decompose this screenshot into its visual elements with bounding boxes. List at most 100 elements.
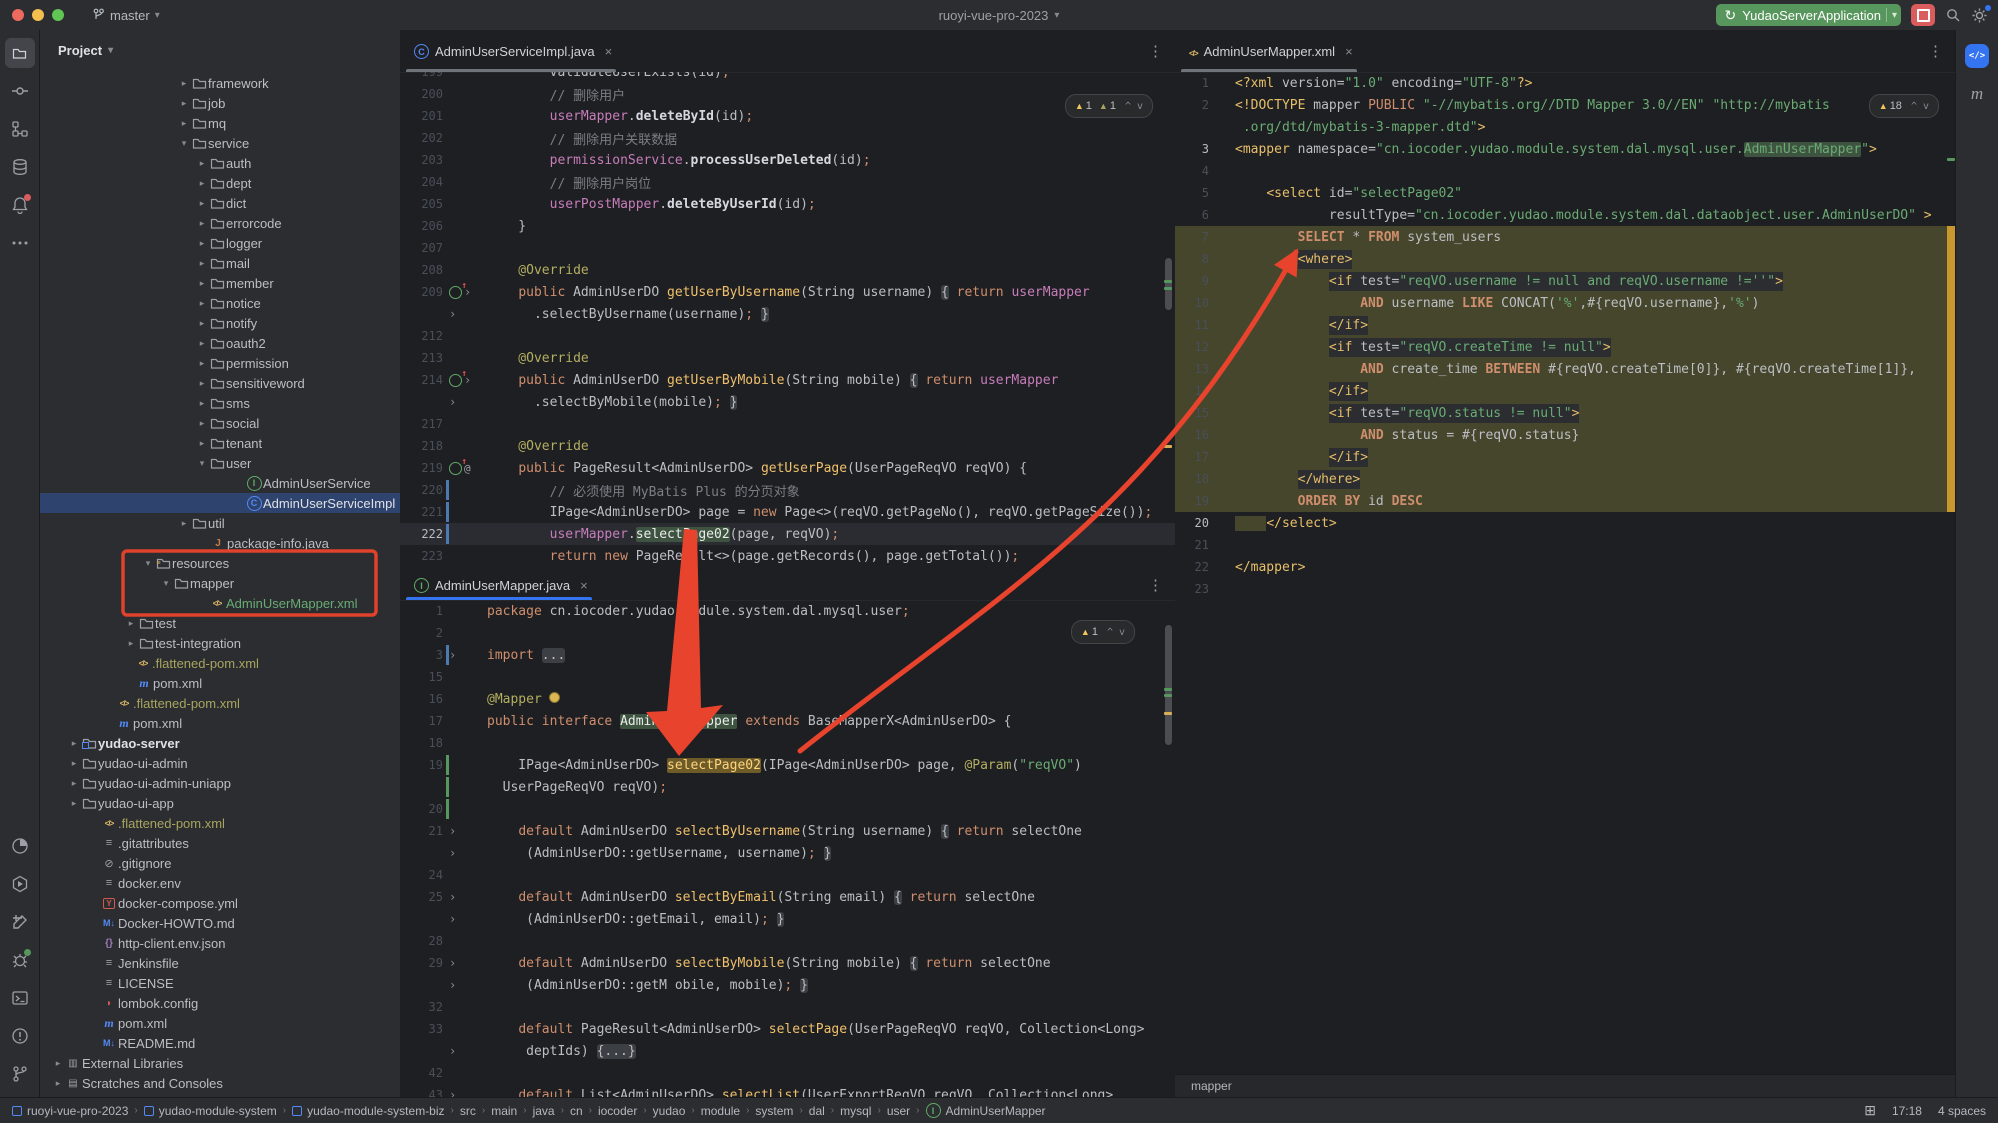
breadcrumb-item[interactable]: src bbox=[460, 1104, 476, 1118]
tree-item-service[interactable]: ▾service bbox=[40, 133, 400, 153]
fold-icon[interactable]: › bbox=[449, 890, 459, 904]
activity-more-icon[interactable] bbox=[5, 228, 35, 258]
tree-item-adminusermapper-xml[interactable]: </>AdminUserMapper.xml bbox=[40, 593, 400, 613]
tree-item-docker-compose-yml[interactable]: Ydocker-compose.yml bbox=[40, 893, 400, 913]
code-line[interactable]: 220 // 必须使用 MyBatis Plus 的分页对象 bbox=[400, 479, 1175, 501]
tree-item-permission[interactable]: ▸permission bbox=[40, 353, 400, 373]
tree-chevron-icon[interactable]: ▸ bbox=[178, 518, 190, 529]
fold-icon[interactable]: › bbox=[449, 648, 459, 662]
tree-chevron-icon[interactable]: ▸ bbox=[178, 98, 190, 109]
code-line[interactable]: 6 resultType="cn.iocoder.yudao.module.sy… bbox=[1175, 204, 1955, 226]
breadcrumb-item[interactable]: java bbox=[533, 1104, 555, 1118]
fold-icon[interactable]: › bbox=[449, 1044, 459, 1058]
breadcrumb-item[interactable]: ruoyi-vue-pro-2023 bbox=[12, 1104, 128, 1118]
tree-chevron-icon[interactable]: ▾ bbox=[196, 458, 208, 469]
tree-item-user[interactable]: ▾user bbox=[40, 453, 400, 473]
tree-chevron-icon[interactable]: ▸ bbox=[196, 318, 208, 329]
next-prev-warning-buttons[interactable]: ^ v bbox=[1911, 101, 1929, 112]
status-item[interactable]: 17:18 bbox=[1892, 1104, 1922, 1118]
tree-chevron-icon[interactable]: ▸ bbox=[196, 258, 208, 269]
tree-chevron-icon[interactable]: ▸ bbox=[52, 1078, 64, 1089]
tree-item-http-client-env-json[interactable]: {}http-client.env.json bbox=[40, 933, 400, 953]
tree-chevron-icon[interactable]: ▸ bbox=[196, 278, 208, 289]
breadcrumb-item[interactable]: IAdminUserMapper bbox=[926, 1103, 1046, 1118]
code-line[interactable]: 209› public AdminUserDO getUserByUsernam… bbox=[400, 281, 1175, 303]
code-line[interactable]: 25› default AdminUserDO selectByEmail(St… bbox=[400, 886, 1175, 908]
code-line[interactable]: 213 @Override bbox=[400, 347, 1175, 369]
code-line[interactable]: 17 </if> bbox=[1175, 446, 1955, 468]
code-line[interactable]: 23 bbox=[1175, 578, 1955, 600]
code-line[interactable]: 10 AND username LIKE CONCAT('%',#{reqVO.… bbox=[1175, 292, 1955, 314]
override-gutter-icon[interactable] bbox=[449, 462, 462, 475]
tree-item-tenant[interactable]: ▸tenant bbox=[40, 433, 400, 453]
override-gutter-icon[interactable] bbox=[449, 286, 462, 299]
tree-item-package-info-java[interactable]: Jpackage-info.java bbox=[40, 533, 400, 553]
tree-item-pom-xml[interactable]: mpom.xml bbox=[40, 713, 400, 733]
code-line[interactable]: 201 userMapper.deleteById(id); bbox=[400, 105, 1175, 127]
tree-item-mapper[interactable]: ▾mapper bbox=[40, 573, 400, 593]
tree-item-sms[interactable]: ▸sms bbox=[40, 393, 400, 413]
tree-item-docker-env[interactable]: ≡docker.env bbox=[40, 873, 400, 893]
tab-close-icon[interactable]: × bbox=[1345, 44, 1353, 59]
tree-item-pom-xml[interactable]: mpom.xml bbox=[40, 673, 400, 693]
tree-item-adminuserservice[interactable]: IAdminUserService bbox=[40, 473, 400, 493]
tree-chevron-icon[interactable]: ▸ bbox=[68, 758, 80, 769]
code-line[interactable]: 18 bbox=[400, 732, 1175, 754]
breadcrumb-item[interactable]: mysql bbox=[840, 1104, 871, 1118]
code-line[interactable]: 2 bbox=[400, 622, 1175, 644]
tree-item--flattened-pom-xml[interactable]: </>.flattened-pom.xml bbox=[40, 813, 400, 833]
inspection-widget[interactable]: ▲1▲1^ v bbox=[1065, 94, 1153, 118]
tree-item-member[interactable]: ▸member bbox=[40, 273, 400, 293]
activity-notifications-icon[interactable] bbox=[5, 190, 35, 220]
tree-chevron-icon[interactable]: ▸ bbox=[196, 378, 208, 389]
activity-profiler-icon[interactable] bbox=[5, 831, 35, 861]
code-line[interactable]: 4 bbox=[1175, 160, 1955, 182]
code-line[interactable]: 43› default List<AdminUserDO> selectList… bbox=[400, 1084, 1175, 1097]
tree-item-util[interactable]: ▸util bbox=[40, 513, 400, 533]
tree-item-readme-md[interactable]: M↓README.md bbox=[40, 1033, 400, 1053]
code-line[interactable]: 12 <if test="reqVO.createTime != null"> bbox=[1175, 336, 1955, 358]
code-line[interactable]: › deptIds) {...} bbox=[400, 1040, 1175, 1062]
code-line[interactable]: 15 <if test="reqVO.status != null"> bbox=[1175, 402, 1955, 424]
tree-item-oauth2[interactable]: ▸oauth2 bbox=[40, 333, 400, 353]
code-line[interactable]: 13 AND create_time BETWEEN #{reqVO.creat… bbox=[1175, 358, 1955, 380]
code-line[interactable]: 208 @Override bbox=[400, 259, 1175, 281]
code-line[interactable]: 206 } bbox=[400, 215, 1175, 237]
code-line[interactable]: 1<?xml version="1.0" encoding="UTF-8"?> bbox=[1175, 72, 1955, 94]
search-everywhere-button[interactable] bbox=[1945, 7, 1961, 23]
tree-chevron-icon[interactable]: ▸ bbox=[196, 178, 208, 189]
tree-item-dict[interactable]: ▸dict bbox=[40, 193, 400, 213]
breadcrumb-item[interactable]: user bbox=[887, 1104, 910, 1118]
tab-adminusermapper-xml[interactable]: </>AdminUserMapper.xml× bbox=[1175, 30, 1363, 72]
code-line[interactable]: UserPageReqVO reqVO); bbox=[400, 776, 1175, 798]
zoom-window-button[interactable] bbox=[52, 9, 64, 21]
code-area[interactable]: 1package cn.iocoder.yudao.module.system.… bbox=[400, 600, 1175, 1097]
activity-terminal-icon[interactable] bbox=[5, 983, 35, 1013]
code-line[interactable]: 219@ public PageResult<AdminUserDO> getU… bbox=[400, 457, 1175, 479]
tab-close-icon[interactable]: × bbox=[605, 44, 613, 59]
fold-icon[interactable]: › bbox=[449, 1088, 459, 1097]
tree-item-resources[interactable]: ▾≡resources bbox=[40, 553, 400, 573]
code-line[interactable]: 21› default AdminUserDO selectByUsername… bbox=[400, 820, 1175, 842]
code-line[interactable]: 212 bbox=[400, 325, 1175, 347]
code-line[interactable]: › (AdminUserDO::getM obile, mobile); } bbox=[400, 974, 1175, 996]
breadcrumb-item[interactable]: yudao-module-system-biz bbox=[292, 1104, 444, 1118]
code-line[interactable]: › .selectByMobile(mobile); } bbox=[400, 391, 1175, 413]
code-line[interactable]: 202 // 删除用户关联数据 bbox=[400, 127, 1175, 149]
breadcrumb-item[interactable]: iocoder bbox=[598, 1104, 637, 1118]
code-line[interactable]: 8 <where> bbox=[1175, 248, 1955, 270]
tree-chevron-icon[interactable]: ▸ bbox=[196, 198, 208, 209]
fold-icon[interactable]: › bbox=[449, 978, 459, 992]
activity-project-icon[interactable] bbox=[5, 38, 35, 68]
editor-options-kebab-icon[interactable]: ⋮ bbox=[1928, 42, 1943, 60]
tree-item-yudao-server[interactable]: ▸yudao-server bbox=[40, 733, 400, 753]
run-configuration-button[interactable]: ↻ YudaoServerApplication ▾ bbox=[1716, 4, 1901, 26]
breadcrumb-item[interactable]: module bbox=[701, 1104, 740, 1118]
tree-item-job[interactable]: ▸job bbox=[40, 93, 400, 113]
activity-commit-icon[interactable] bbox=[5, 76, 35, 106]
code-line[interactable]: 2<!DOCTYPE mapper PUBLIC "-//mybatis.org… bbox=[1175, 94, 1955, 116]
editor-options-kebab-icon[interactable]: ⋮ bbox=[1148, 576, 1163, 594]
inspection-widget[interactable]: ▲18^ v bbox=[1869, 94, 1939, 118]
window-controls[interactable] bbox=[12, 9, 64, 21]
minimize-window-button[interactable] bbox=[32, 9, 44, 21]
